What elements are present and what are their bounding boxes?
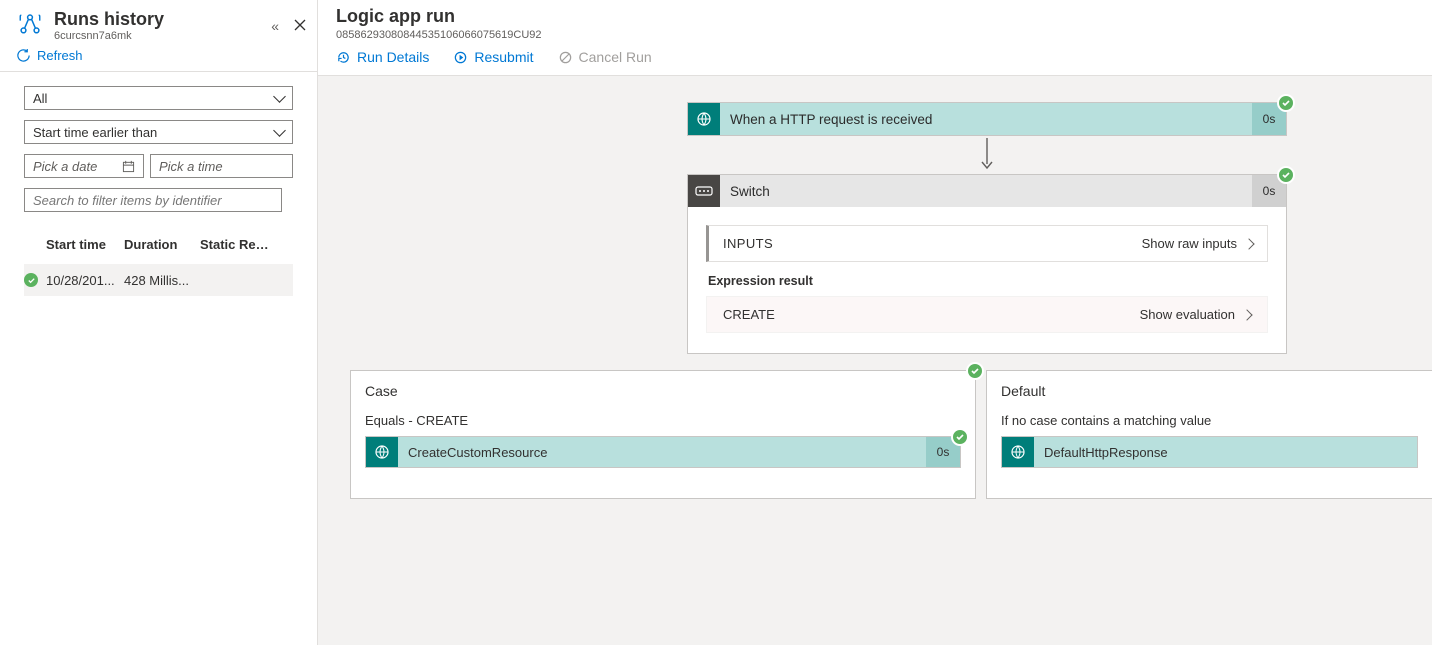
success-badge [966,362,984,380]
inputs-label: INPUTS [723,236,773,251]
show-eval-label: Show evaluation [1140,307,1235,322]
time-picker[interactable]: Pick a time [150,154,293,178]
cancel-run-button: Cancel Run [558,49,652,65]
time-filter-select[interactable]: Start time earlier than [24,120,293,144]
success-badge [951,428,969,446]
show-evaluation-link[interactable]: Show evaluation [1140,307,1251,322]
case-branch[interactable]: Case Equals - CREATE CreateCustomResourc… [350,370,976,499]
date-placeholder: Pick a date [33,159,97,174]
table-header: Start time Duration Static Res... [24,228,293,260]
time-filter-value: Start time earlier than [33,125,157,140]
show-raw-inputs-link[interactable]: Show raw inputs [1142,236,1253,251]
case-title: Case [365,383,961,399]
chevron-down-icon [273,124,286,137]
close-icon[interactable] [293,18,307,32]
default-step[interactable]: DefaultHttpResponse [1001,436,1418,468]
default-branch[interactable]: Default If no case contains a matching v… [986,370,1432,499]
refresh-icon [16,48,31,63]
chevron-right-icon [1243,307,1251,322]
success-badge [1277,166,1295,184]
resubmit-label: Resubmit [474,49,533,65]
show-raw-label: Show raw inputs [1142,236,1237,251]
trigger-duration: 0s [1252,112,1286,126]
main-panel: Logic app run 08586293080844535106066075… [318,0,1432,645]
switch-duration: 0s [1252,184,1286,198]
expression-value: CREATE [723,307,775,322]
col-start-time: Start time [46,237,124,252]
history-icon [336,50,351,65]
resubmit-icon [453,50,468,65]
page-title: Logic app run [336,6,1414,27]
run-details-button[interactable]: Run Details [336,49,429,65]
status-success-icon [24,273,38,287]
logic-app-icon [16,11,44,39]
cancel-label: Cancel Run [579,49,652,65]
expression-result-label: Expression result [708,274,1266,288]
search-input[interactable]: Search to filter items by identifier [24,188,282,212]
calendar-icon [122,160,135,173]
switch-label: Switch [720,184,1252,199]
switch-node[interactable]: Switch 0s INPUTS Show raw inputs Express… [687,174,1287,354]
case-step-label: CreateCustomResource [408,445,547,460]
http-icon [366,437,398,467]
cell-duration: 428 Millis... [124,273,200,288]
designer-canvas[interactable]: When a HTTP request is received 0s Switc… [318,76,1432,645]
resubmit-button[interactable]: Resubmit [453,49,533,65]
default-step-label: DefaultHttpResponse [1044,445,1168,460]
trigger-node[interactable]: When a HTTP request is received 0s [687,102,1287,136]
date-picker[interactable]: Pick a date [24,154,144,178]
refresh-label: Refresh [37,48,83,63]
expression-row: CREATE Show evaluation [706,296,1268,333]
case-step[interactable]: CreateCustomResource 0s [365,436,961,468]
search-placeholder: Search to filter items by identifier [33,193,222,208]
time-placeholder: Pick a time [159,159,223,174]
flow-arrow [978,138,996,175]
col-duration: Duration [124,237,200,252]
default-condition: If no case contains a matching value [1001,413,1418,428]
chevron-down-icon [273,90,286,103]
default-title: Default [1001,383,1418,399]
case-condition: Equals - CREATE [365,413,961,428]
refresh-button[interactable]: Refresh [16,48,301,63]
case-step-duration: 0s [937,445,950,459]
run-details-label: Run Details [357,49,429,65]
inputs-card: INPUTS Show raw inputs [706,225,1268,262]
col-static: Static Res... [200,237,270,252]
runs-history-panel: Runs history 6curcsnn7a6mk « Refresh All… [0,0,318,645]
table-row[interactable]: 10/28/201... 428 Millis... [24,264,293,296]
trigger-label: When a HTTP request is received [720,112,1252,127]
switch-icon [688,175,720,207]
http-icon [1002,437,1034,467]
run-id: 08586293080844535106066075619CU92 [336,29,1414,41]
sidebar-subtitle: 6curcsnn7a6mk [54,30,261,42]
status-filter-select[interactable]: All [24,86,293,110]
cell-start-time: 10/28/201... [46,273,124,288]
status-filter-value: All [33,91,47,106]
success-badge [1277,94,1295,112]
sidebar-title: Runs history [54,8,261,30]
http-icon [688,103,720,135]
collapse-button[interactable]: « [271,18,279,34]
cancel-icon [558,50,573,65]
chevron-right-icon [1245,236,1253,251]
